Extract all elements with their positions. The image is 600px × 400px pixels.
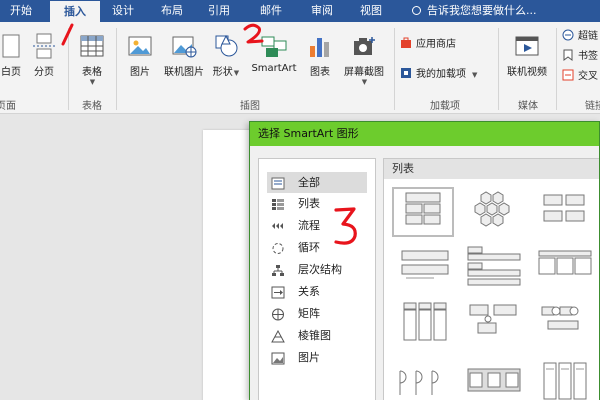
- layout-thumbnail[interactable]: [394, 355, 456, 400]
- layout-thumbnail[interactable]: [464, 187, 526, 237]
- layout-thumbnail[interactable]: [534, 355, 596, 400]
- layout-thumbnail[interactable]: [394, 243, 456, 293]
- blank-page-icon: [0, 32, 25, 60]
- tab-design[interactable]: 设计: [108, 0, 138, 22]
- tab-mailings[interactable]: 邮件: [256, 0, 286, 22]
- group-label-pages: 页面: [0, 101, 16, 112]
- tab-view[interactable]: 视图: [356, 0, 386, 22]
- table-button[interactable]: 表格 ▼: [74, 32, 110, 86]
- camera-icon: [350, 32, 378, 60]
- category-all[interactable]: 全部: [267, 172, 367, 193]
- separator: [394, 28, 395, 110]
- cross-reference-button[interactable]: 交叉: [562, 68, 598, 86]
- tab-insert[interactable]: 插入: [50, 1, 100, 22]
- lightbulb-icon: [412, 6, 421, 15]
- cross-reference-icon: [562, 69, 574, 81]
- ribbon-tab-bar: 开始 插入 设计 布局 引用 邮件 审阅 视图 告诉我您想要做什么...: [0, 0, 600, 22]
- all-icon: [271, 176, 285, 190]
- online-picture-icon: [170, 32, 198, 60]
- tab-home[interactable]: 开始: [6, 0, 36, 22]
- category-hierarchy[interactable]: 层次结构: [267, 259, 367, 280]
- dialog-body: 全部 列表 流程 循环 层次结构 关系 矩阵 棱锥图 图片 列表: [250, 146, 599, 400]
- tell-me-text: 告诉我您想要做什么...: [427, 4, 537, 17]
- category-pyramid[interactable]: 棱锥图: [267, 325, 367, 346]
- tab-review[interactable]: 审阅: [307, 0, 337, 22]
- list-icon: [271, 197, 285, 210]
- category-relationship[interactable]: 关系: [267, 281, 367, 302]
- separator: [498, 28, 499, 110]
- category-picture[interactable]: 图片: [267, 347, 367, 368]
- shapes-label: 形状▼: [212, 67, 240, 78]
- tab-references[interactable]: 引用: [204, 0, 234, 22]
- online-pictures-button[interactable]: 联机图片: [160, 32, 208, 78]
- shapes-icon: [212, 32, 240, 60]
- process-icon: [271, 219, 285, 232]
- layout-thumbnail[interactable]: [392, 187, 454, 237]
- gallery-header: 列表: [384, 159, 599, 179]
- category-matrix[interactable]: 矩阵: [267, 303, 367, 324]
- tell-me-box[interactable]: 告诉我您想要做什么...: [412, 0, 537, 22]
- store-icon: [400, 37, 412, 49]
- my-addins-button[interactable]: 我的加载项 ▼: [400, 66, 477, 84]
- matrix-icon: [271, 307, 285, 321]
- addins-icon: [400, 67, 412, 79]
- hyperlink-button[interactable]: 超链: [562, 28, 598, 46]
- annotation-mark-2: [243, 23, 264, 44]
- pyramid-icon: [271, 329, 285, 343]
- chevron-down-icon: ▼: [361, 78, 368, 86]
- layout-gallery: 列表: [383, 158, 599, 400]
- ribbon: 白页 分页 页面 表格 ▼ 表格 图片 联机图片 形状▼ SmartArt 图表…: [0, 22, 600, 114]
- smartart-dialog: 选择 SmartArt 图形 全部 列表 流程 循环 层次结构 关系 矩阵 棱锥…: [249, 121, 600, 400]
- link-icon: [562, 29, 574, 41]
- annotation-mark-3: [334, 207, 357, 245]
- category-list: 全部 列表 流程 循环 层次结构 关系 矩阵 棱锥图 图片: [258, 158, 376, 400]
- screenshot-button[interactable]: 屏幕截图 ▼: [338, 32, 390, 86]
- group-label-illustrations: 插图: [240, 101, 260, 112]
- layout-thumbnail[interactable]: [534, 301, 596, 351]
- layout-thumbnail[interactable]: [464, 355, 526, 400]
- pictures-button[interactable]: 图片: [122, 32, 158, 78]
- cycle-icon: [271, 241, 285, 254]
- page-break-icon: [30, 32, 58, 60]
- bookmark-icon: [562, 49, 574, 61]
- separator: [116, 28, 117, 110]
- group-label-tables: 表格: [82, 101, 102, 112]
- blank-page-button[interactable]: 白页: [0, 32, 28, 78]
- layout-thumbnail[interactable]: [464, 243, 526, 293]
- annotation-mark-1: [61, 23, 74, 46]
- group-label-media: 媒体: [518, 101, 538, 112]
- layout-thumbnail[interactable]: [534, 243, 596, 293]
- video-icon: [513, 32, 541, 60]
- layout-thumbnail[interactable]: [534, 187, 596, 237]
- online-video-button[interactable]: 联机视频: [502, 32, 552, 78]
- tab-layout[interactable]: 布局: [157, 0, 187, 22]
- bar-chart-icon: [306, 32, 334, 60]
- page-break-button[interactable]: 分页: [28, 32, 60, 78]
- table-icon: [78, 32, 106, 60]
- layout-thumbnail[interactable]: [464, 301, 526, 351]
- picture-icon: [271, 351, 285, 365]
- hierarchy-icon: [271, 263, 285, 276]
- separator: [556, 28, 557, 110]
- chart-button[interactable]: 图表: [304, 32, 336, 78]
- picture-icon: [126, 32, 154, 60]
- dialog-title: 选择 SmartArt 图形: [250, 122, 599, 146]
- layout-thumbnail[interactable]: [394, 301, 456, 351]
- group-label-links: 链接: [585, 101, 600, 112]
- office-store-button[interactable]: 应用商店: [400, 36, 456, 54]
- relationship-icon: [271, 285, 285, 299]
- bookmark-button[interactable]: 书签: [562, 48, 598, 66]
- chevron-down-icon: ▼: [89, 78, 96, 86]
- group-label-addins: 加载项: [430, 101, 460, 112]
